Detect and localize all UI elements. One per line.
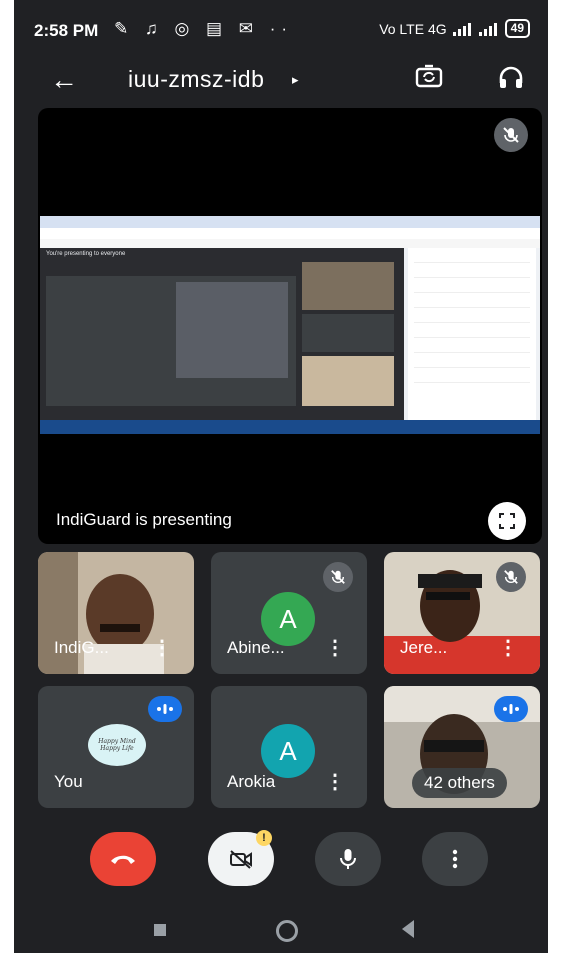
participant-name: IndiG... <box>54 638 109 657</box>
people-row <box>414 263 530 278</box>
participant-tile[interactable]: Jere... ⋮ <box>384 552 540 674</box>
video-off-icon <box>230 850 252 869</box>
participant-name: Jere... <box>400 638 448 657</box>
mic-off-icon <box>323 562 353 592</box>
meeting-code[interactable]: iuu-zmsz-idb <box>128 66 264 93</box>
system-nav-bar <box>14 906 548 953</box>
participant-name: Arokia <box>227 772 276 791</box>
speaking-indicator-icon <box>494 696 528 722</box>
participant-tile-others[interactable]: 42 others <box>384 686 540 808</box>
mic-icon <box>340 849 356 869</box>
notification-icons: ✎ ♫ ◎ ▤ ✉ ·· <box>114 19 294 38</box>
avatar-text: Happy Mind <box>98 738 136 745</box>
status-time: 2:58 PM <box>34 21 99 40</box>
status-right: Vo LTE 4G 49 <box>379 19 530 38</box>
fullscreen-icon <box>499 513 515 529</box>
people-row <box>414 323 530 338</box>
shared-thumb-3 <box>302 356 394 406</box>
fullscreen-button[interactable] <box>488 502 526 540</box>
warning-badge: ! <box>256 830 272 846</box>
phone-screen: 2:58 PM ✎ ♫ ◎ ▤ ✉ ·· Vo LTE 4G 49 ← iuu-… <box>14 0 548 953</box>
participant-tile[interactable]: IndiG... ⋮ <box>38 552 194 674</box>
headphones-icon[interactable] <box>496 62 526 92</box>
signal-icon-2 <box>478 22 497 36</box>
participant-name: You <box>54 772 83 791</box>
battery-icon: 49 <box>504 19 530 38</box>
more-vert-icon[interactable]: ⋮ <box>325 638 345 658</box>
people-row <box>414 293 530 308</box>
back-triangle-icon[interactable] <box>402 920 414 938</box>
meeting-header: ← iuu-zmsz-idb ▸ <box>14 56 548 106</box>
end-call-button[interactable] <box>90 832 156 886</box>
participant-name: Abine... <box>227 638 285 657</box>
recents-icon[interactable] <box>154 924 166 936</box>
people-row <box>414 353 530 368</box>
avatar: A <box>261 724 315 778</box>
browser-bookmarks-bar <box>40 239 540 248</box>
more-vert-icon <box>452 849 458 869</box>
toggle-camera-button[interactable]: ! <box>208 830 274 886</box>
more-vert-icon[interactable]: ⋮ <box>325 772 345 792</box>
browser-tab-strip <box>40 216 540 228</box>
more-vert-icon[interactable]: ⋮ <box>152 638 172 658</box>
avatar-text: Happy Life <box>100 745 134 752</box>
status-bar: 2:58 PM ✎ ♫ ◎ ▤ ✉ ·· Vo LTE 4G 49 <box>14 0 548 56</box>
nested-screen <box>46 276 296 406</box>
caret-right-icon[interactable]: ▸ <box>292 72 299 88</box>
more-options-button[interactable] <box>422 832 488 886</box>
people-row <box>414 248 530 263</box>
presenting-banner: You're presenting to everyone <box>46 251 126 257</box>
shared-thumb-1 <box>302 262 394 310</box>
participant-tile-self[interactable]: Happy Mind Happy Life You <box>38 686 194 808</box>
toggle-mic-button[interactable] <box>315 832 381 886</box>
more-vert-icon[interactable]: ⋮ <box>498 638 518 658</box>
avatar: Happy Mind Happy Life <box>88 724 146 766</box>
end-call-icon <box>111 855 135 864</box>
network-indicator: Vo LTE 4G <box>379 20 447 37</box>
mic-off-icon <box>496 562 526 592</box>
shared-meeting-view: You're presenting to everyone <box>40 248 404 434</box>
speaking-indicator-icon <box>148 696 182 722</box>
back-arrow-icon[interactable]: ← <box>50 64 78 96</box>
presenter-label: IndiGuard is presenting <box>56 510 232 529</box>
people-row <box>414 368 530 383</box>
shared-taskbar <box>40 420 540 434</box>
mic-off-icon <box>494 118 528 152</box>
nested-panel <box>176 282 288 378</box>
others-count[interactable]: 42 others <box>412 768 507 798</box>
people-row <box>414 338 530 353</box>
shared-screen: You're presenting to everyone <box>40 216 540 434</box>
participant-tile[interactable]: A Arokia ⋮ <box>211 686 367 808</box>
switch-camera-icon[interactable] <box>414 62 444 92</box>
presentation-view[interactable]: You're presenting to everyone IndiGuard … <box>38 108 542 544</box>
shared-thumb-2 <box>302 314 394 352</box>
people-row <box>414 308 530 323</box>
people-row <box>414 278 530 293</box>
shared-people-panel <box>408 248 536 420</box>
participant-tile[interactable]: A Abine... ⋮ <box>211 552 367 674</box>
home-icon[interactable] <box>276 920 298 942</box>
signal-icon <box>452 22 471 36</box>
